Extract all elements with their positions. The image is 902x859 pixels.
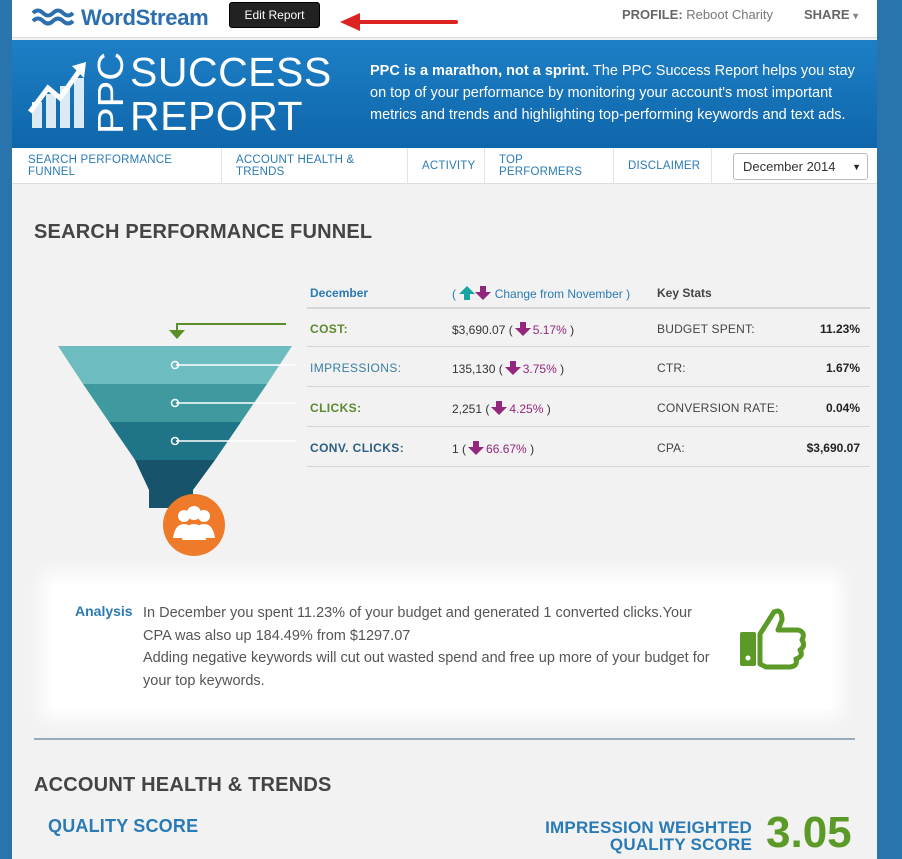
stat-value: 1.67% <box>825 361 860 375</box>
table-header-row: December ( Change from November ) Key St… <box>307 279 870 308</box>
analysis-label: Analysis <box>75 603 133 619</box>
header-key-stats: Key Stats <box>657 286 712 300</box>
change-value: 5.17% <box>532 323 567 337</box>
profile-label: PROFILE: <box>622 7 683 22</box>
report-title-line1: SUCCESS <box>130 49 332 95</box>
metric-value: 2,251 ( 4.25% ) <box>452 401 551 416</box>
value-text: 2,251 ( <box>452 402 490 416</box>
paren-close: ) <box>546 402 551 416</box>
analysis-box: Analysis In December you spent 11.23% of… <box>52 583 832 709</box>
profile-indicator[interactable]: PROFILE: Reboot Charity <box>622 7 773 22</box>
banner-tagline: PPC is a marathon, not a sprint. <box>370 63 590 79</box>
top-bar: WordStream Edit Report PROFILE: Reboot C… <box>12 0 877 38</box>
tab-top-performers[interactable]: TOP PERFORMERS <box>485 148 614 184</box>
table-row: IMPRESSIONS: 135,130 ( 3.75% ) CTR: 1.67% <box>307 348 870 387</box>
thumbs-up-icon <box>740 608 807 670</box>
table-row: COST: $3,690.07 ( 5.17% ) BUDGET SPENT: 1… <box>307 308 870 347</box>
value-text: 135,130 ( <box>452 362 503 376</box>
stat-value: 11.23% <box>819 322 860 336</box>
wordstream-logo[interactable]: WordStream <box>32 5 209 31</box>
section-nav: SEARCH PERFORMANCE FUNNEL ACCOUNT HEALTH… <box>12 148 877 184</box>
section-title-funnel: SEARCH PERFORMANCE FUNNEL <box>34 221 373 243</box>
iwqs-label-line-2: QUALITY SCORE <box>609 835 752 854</box>
arrow-down-icon <box>514 322 531 336</box>
funnel-indicator-line <box>176 323 286 336</box>
red-arrow-icon <box>340 13 458 31</box>
stat-label: BUDGET SPENT: <box>657 322 755 336</box>
arrow-up-icon <box>459 286 476 300</box>
stat-label: CTR: <box>657 361 686 375</box>
metric-label: COST: <box>310 322 348 336</box>
section-title-account-health: ACCOUNT HEALTH & TRENDS <box>34 774 332 796</box>
value-text: 1 ( <box>452 442 467 456</box>
metric-value: $3,690.07 ( 5.17% ) <box>452 322 574 337</box>
paren-close: ) <box>570 323 575 337</box>
report-title-line2: REPORT <box>130 93 304 139</box>
tab-account-health[interactable]: ACCOUNT HEALTH & TRENDS <box>222 148 408 184</box>
wordstream-waves-icon <box>32 8 74 26</box>
metric-label: IMPRESSIONS: <box>310 361 402 375</box>
banner-description: PPC is a marathon, not a sprint. The PPC… <box>370 60 860 126</box>
change-value: 66.67% <box>486 442 527 456</box>
arrow-down-icon <box>468 441 485 455</box>
metric-value: 135,130 ( 3.75% ) <box>452 361 564 376</box>
tab-disclaimer[interactable]: DISCLAIMER <box>614 148 712 184</box>
header-paren: ( <box>452 287 456 301</box>
stat-label: CONVERSION RATE: <box>657 401 779 415</box>
funnel-indicator-arrow <box>169 330 185 339</box>
iwqs-label-line-1: IMPRESSION WEIGHTED <box>545 818 752 837</box>
section-divider <box>34 738 855 740</box>
iwqs-label: IMPRESSION WEIGHTED QUALITY SCORE <box>526 819 752 853</box>
arrow-down-icon <box>475 286 492 300</box>
value-text: $3,690.07 ( <box>452 323 513 337</box>
metric-label: CLICKS: <box>310 401 362 415</box>
share-label: SHARE <box>804 7 850 22</box>
header-change-label: Change from November ) <box>494 287 631 301</box>
change-value: 3.75% <box>522 362 557 376</box>
analysis-text: In December you spent 11.23% of your bud… <box>143 602 713 692</box>
header-period: December <box>310 286 369 300</box>
paren-close: ) <box>530 442 535 456</box>
header-change: ( Change from November ) <box>452 286 630 301</box>
tab-activity[interactable]: ACTIVITY <box>408 148 485 184</box>
edit-report-button[interactable]: Edit Report <box>229 2 320 28</box>
report-page: WordStream Edit Report PROFILE: Reboot C… <box>12 0 877 859</box>
arrow-down-icon <box>491 401 508 415</box>
logo-text: WordStream <box>81 5 209 30</box>
metric-value: 1 ( 66.67% ) <box>452 441 534 456</box>
paren-close: ) <box>560 362 565 376</box>
iwqs-value: 3.05 <box>766 808 852 857</box>
profile-name: Reboot Charity <box>686 7 774 22</box>
table-row: CONV. CLICKS: 1 ( 66.67% ) CPA: $3,690.07 <box>307 428 870 467</box>
month-select-value: December 2014 <box>743 159 836 174</box>
tab-search-performance-funnel[interactable]: SEARCH PERFORMANCE FUNNEL <box>14 148 222 184</box>
arrow-down-icon <box>504 361 521 375</box>
quality-score-label: QUALITY SCORE <box>48 816 199 836</box>
analysis-line-1: In December you spent 11.23% of your bud… <box>143 605 692 644</box>
stat-value: $3,690.07 <box>806 441 860 455</box>
stat-value: 0.04% <box>825 401 860 415</box>
report-banner: PPC SUCCESS REPORT PPC is a marathon, no… <box>12 40 877 148</box>
funnel-graphic <box>58 323 296 556</box>
share-menu[interactable]: SHARE ▾ <box>804 7 858 22</box>
change-value: 4.25% <box>509 402 544 416</box>
table-row: CLICKS: 2,251 (4.25% ) CONVERSION RATE: … <box>307 388 870 427</box>
ppc-vertical-label: PPC <box>90 52 130 134</box>
month-select[interactable]: December 2014 ▼ <box>733 153 868 180</box>
stat-label: CPA: <box>657 441 685 455</box>
chevron-down-icon: ▾ <box>853 11 859 22</box>
ppc-text: PPC <box>90 52 130 134</box>
analysis-line-2: Adding negative keywords will cut out wa… <box>143 650 710 689</box>
growth-chart-icon <box>28 62 86 128</box>
metric-label: CONV. CLICKS: <box>310 441 405 455</box>
chevron-down-icon: ▼ <box>852 162 861 172</box>
